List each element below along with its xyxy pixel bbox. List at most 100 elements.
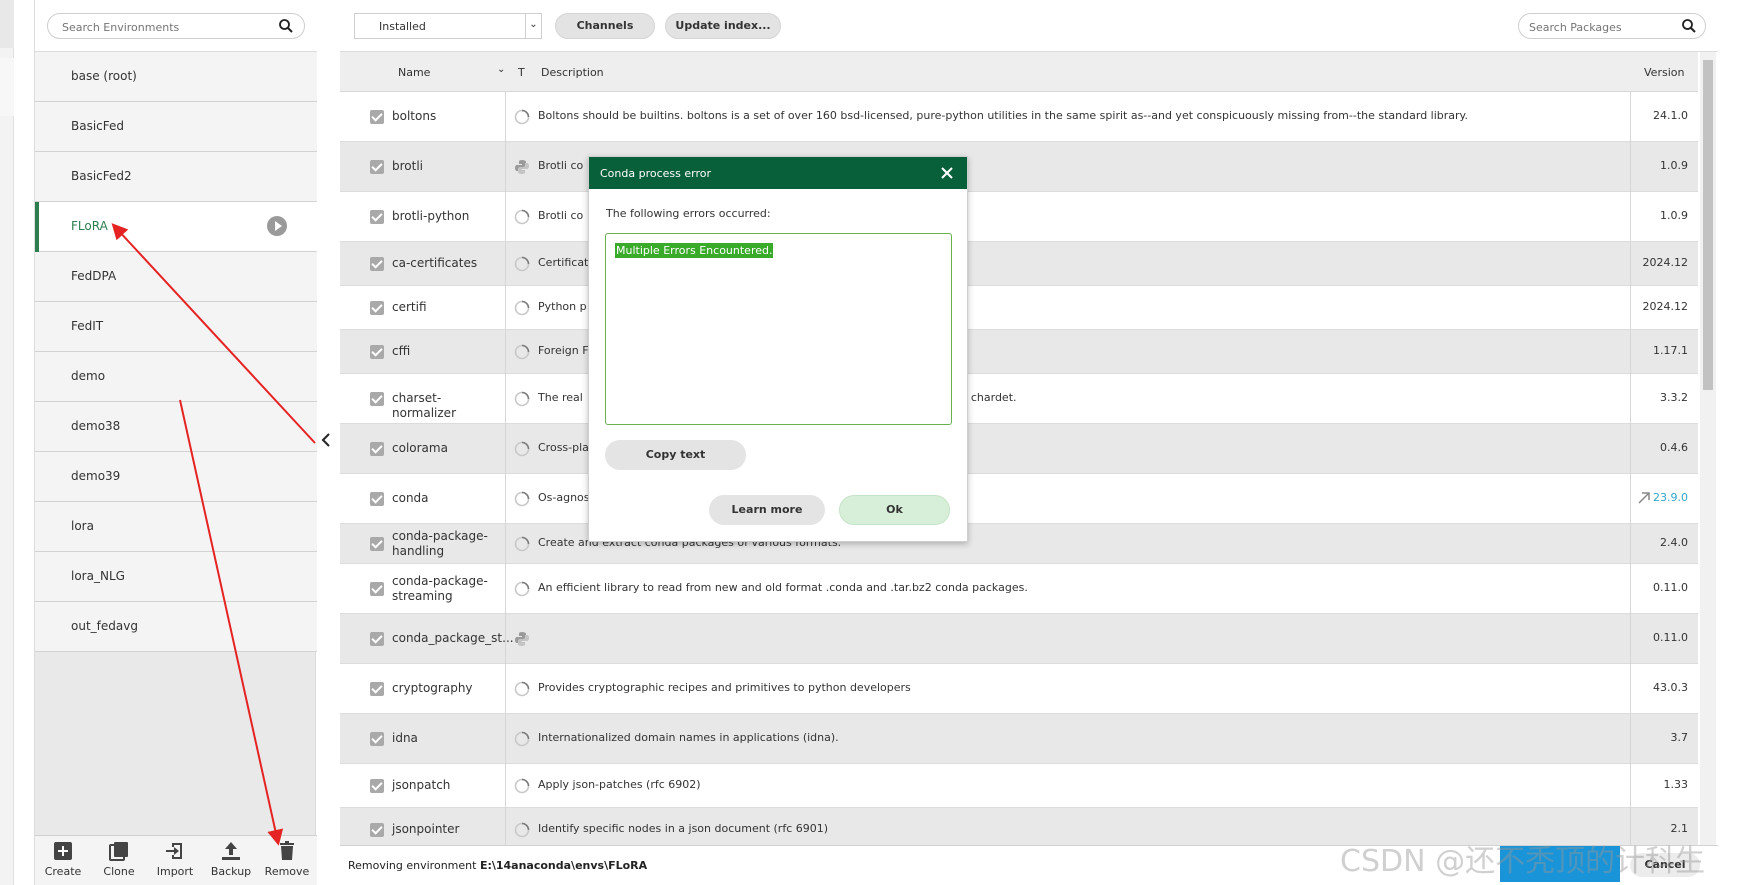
package-checkbox[interactable] <box>370 392 384 406</box>
environment-item-demo38[interactable]: demo38 <box>35 402 317 452</box>
package-row[interactable]: charset-normalizerThe realed alternative… <box>340 374 1698 424</box>
backup-button[interactable]: Backup <box>203 840 259 884</box>
package-row[interactable]: colorama Cross-pla 0.4.6 <box>340 424 1698 474</box>
version-column-header[interactable]: Version <box>1644 66 1684 79</box>
name-column-header[interactable]: Name <box>398 66 430 79</box>
upload-icon <box>222 842 240 860</box>
package-search-input[interactable] <box>1527 18 1677 36</box>
version-cell: 3.7 <box>1630 714 1698 764</box>
package-row[interactable]: boltons Boltons should be builtins. bolto… <box>340 92 1698 142</box>
column-divider <box>505 142 506 192</box>
column-divider <box>505 92 506 142</box>
package-checkbox[interactable] <box>370 779 384 793</box>
column-divider <box>505 424 506 474</box>
learn-more-button[interactable]: Learn more <box>709 495 825 525</box>
environment-label: BasicFed <box>71 119 125 133</box>
environment-item-basicfed2[interactable]: BasicFed2 <box>35 152 317 202</box>
package-checkbox[interactable] <box>370 492 384 506</box>
package-description: Identify specific nodes in a json docume… <box>538 822 829 835</box>
import-button[interactable]: Import <box>147 840 203 884</box>
package-checkbox[interactable] <box>370 732 384 746</box>
environment-item-lora-nlg[interactable]: lora_NLG <box>35 552 317 602</box>
package-search[interactable] <box>1518 13 1706 39</box>
package-checkbox[interactable] <box>370 160 384 174</box>
environment-item-flora[interactable]: FLoRA <box>35 202 317 252</box>
package-row[interactable]: conda-package-handling Create and extract… <box>340 524 1698 564</box>
dialog-title: Conda process error <box>600 167 711 180</box>
package-checkbox[interactable] <box>370 582 384 596</box>
description-column-header[interactable]: Description <box>541 66 604 79</box>
loading-spinner-icon <box>514 300 530 316</box>
package-row[interactable]: conda-package-streaming An efficient libr… <box>340 564 1698 614</box>
package-row[interactable]: cffi Foreign F 1.17.1 <box>340 330 1698 374</box>
package-checkbox[interactable] <box>370 301 384 315</box>
package-checkbox[interactable] <box>370 210 384 224</box>
package-checkbox[interactable] <box>370 823 384 837</box>
clone-button[interactable]: Clone <box>91 840 147 884</box>
package-version: 3.3.2 <box>1660 391 1688 404</box>
package-description: Internationalized domain names in applic… <box>538 731 839 744</box>
sort-chevron-icon[interactable]: ⌄ <box>497 64 505 75</box>
package-row[interactable]: idna Internationalized domain names in ap… <box>340 714 1698 764</box>
package-row[interactable]: brotli Brotli co 1.0.9 <box>340 142 1698 192</box>
package-checkbox[interactable] <box>370 442 384 456</box>
environment-item-basicfed[interactable]: BasicFed <box>35 102 317 152</box>
package-row[interactable]: conda Os-agnos 23.9.0 <box>340 474 1698 524</box>
package-row[interactable]: ca-certificates Certificat 2024.12 <box>340 242 1698 286</box>
package-checkbox[interactable] <box>370 257 384 271</box>
clone-icon <box>109 842 128 861</box>
dialog-title-bar: Conda process error <box>589 157 967 189</box>
package-version: 1.33 <box>1663 778 1689 791</box>
loading-spinner-icon <box>514 822 530 838</box>
package-version: 1.17.1 <box>1653 344 1688 357</box>
package-row[interactable]: conda_package_st... 0.11.0 <box>340 614 1698 664</box>
package-row[interactable]: brotli-python Brotli co 1.0.9 <box>340 192 1698 242</box>
version-cell: 2024.12 <box>1630 242 1698 286</box>
environment-item-out-fedavg[interactable]: out_fedavg <box>35 602 317 652</box>
package-checkbox[interactable] <box>370 537 384 551</box>
remove-button[interactable]: Remove <box>259 840 315 884</box>
environment-item-fedit[interactable]: FedIT <box>35 302 317 352</box>
package-checkbox[interactable] <box>370 345 384 359</box>
backup-label: Backup <box>210 865 252 878</box>
package-filter-select[interactable]: Installed ⌄ <box>354 13 542 39</box>
error-textarea[interactable]: Multiple Errors Encountered. <box>605 233 952 425</box>
ok-button[interactable]: Ok <box>839 495 950 525</box>
copy-text-button[interactable]: Copy text <box>605 440 746 470</box>
package-row[interactable]: certifi Python p 2024.12 <box>340 286 1698 330</box>
package-checkbox[interactable] <box>370 682 384 696</box>
package-row[interactable]: cryptography Provides cryptographic recip… <box>340 664 1698 714</box>
close-icon[interactable] <box>937 163 957 183</box>
environment-search-bar <box>35 0 317 52</box>
environment-label: demo39 <box>71 469 121 483</box>
package-checkbox[interactable] <box>370 632 384 646</box>
collapse-panel-icon[interactable] <box>321 432 331 451</box>
channels-button[interactable]: Channels <box>555 13 655 39</box>
type-column-header[interactable]: T <box>518 66 525 79</box>
environment-item-lora[interactable]: lora <box>35 502 317 552</box>
package-name: charset-normalizer <box>392 391 456 420</box>
package-name: ca-certificates <box>392 256 478 270</box>
scrollbar-thumb[interactable] <box>1703 60 1713 390</box>
package-checkbox[interactable] <box>370 110 384 124</box>
package-row[interactable]: jsonpatch Apply json-patches (rfc 6902) 1.… <box>340 764 1698 808</box>
search-icon[interactable] <box>1681 18 1697 37</box>
environment-search[interactable] <box>47 13 305 39</box>
package-description: Cross-pla <box>538 441 589 454</box>
environment-item-feddpa[interactable]: FedDPA <box>35 252 317 302</box>
environment-label: out_fedavg <box>71 619 138 633</box>
chevron-down-icon[interactable]: ⌄ <box>525 14 541 38</box>
environment-item-demo[interactable]: demo <box>35 352 317 402</box>
loading-spinner-icon <box>514 256 530 272</box>
status-path: E:\14anaconda\envs\FLoRA <box>479 859 648 872</box>
play-icon[interactable] <box>267 216 287 236</box>
version-cell: 2.4.0 <box>1630 524 1698 564</box>
create-button[interactable]: Create <box>35 840 91 884</box>
update-index-button[interactable]: Update index... <box>665 13 781 39</box>
environment-search-input[interactable] <box>60 18 270 36</box>
environment-item-base[interactable]: base (root) <box>35 52 317 102</box>
environment-label: lora_NLG <box>71 569 125 583</box>
search-icon[interactable] <box>278 18 294 37</box>
environment-item-demo39[interactable]: demo39 <box>35 452 317 502</box>
package-scrollbar[interactable] <box>1700 52 1716 857</box>
